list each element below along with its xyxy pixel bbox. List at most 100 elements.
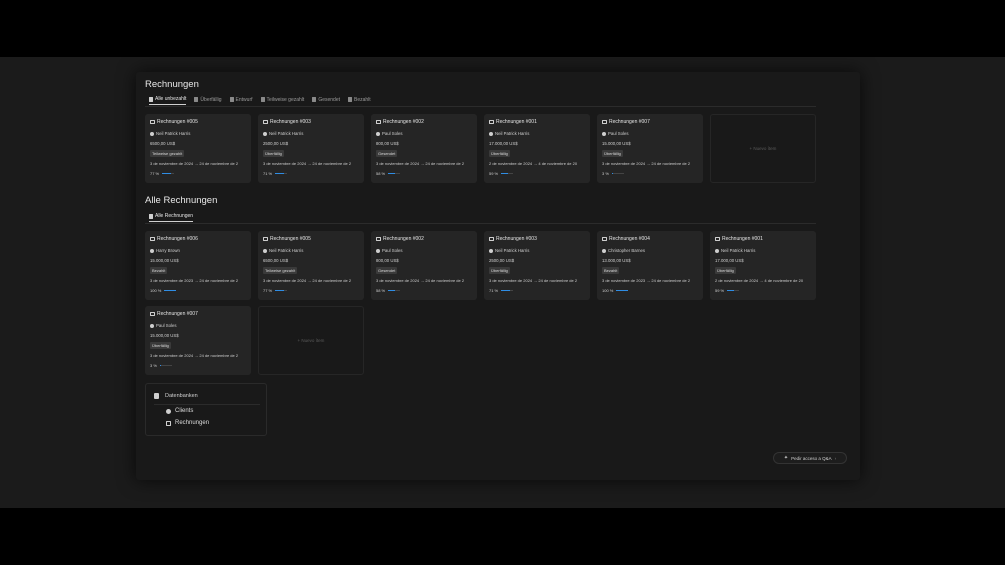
db-link-label: Rechnungen — [175, 420, 210, 426]
divider — [145, 223, 816, 224]
qa-access-button[interactable]: ✦ Pedir acceso a Q&A › — [773, 452, 847, 464]
progress-bar — [159, 365, 172, 366]
progress-label: 59 % — [715, 288, 725, 293]
progress-bar — [388, 173, 401, 174]
progress-bar-fill — [727, 290, 735, 291]
progress-bar — [727, 290, 740, 291]
status-badge: Bezahlt — [602, 267, 620, 274]
invoice-card[interactable]: Rechnungen #006 Harry Brown 15.000,00 US$ B… — [145, 231, 251, 300]
progress-label: 3 % — [602, 171, 609, 176]
client-name: Harry Brown — [156, 248, 180, 253]
card-progress: 58 % — [376, 288, 472, 293]
section-title-rechnungen: Rechnungen — [145, 79, 199, 90]
invoice-card[interactable]: Rechnungen #003 Neil Patrick Harris 2500,0… — [484, 231, 590, 300]
tab-gesendet[interactable]: Gesendet — [312, 96, 340, 105]
card-dates: 2 de noviembre de 2024 → 4 de noviembre … — [715, 278, 804, 283]
person-icon — [715, 248, 719, 253]
progress-label: 58 % — [376, 171, 386, 176]
card-title: Rechnungen #005 — [263, 236, 359, 242]
card-title: Rechnungen #001 — [489, 119, 585, 125]
db-link-rechnungen[interactable]: Rechnungen — [166, 420, 209, 426]
card-progress: 58 % — [376, 171, 472, 176]
status-badge: Überfällig — [263, 150, 284, 157]
new-item-button[interactable]: + Nuevo ítem — [258, 306, 364, 375]
tabs-rechnungen: Alle unbezahlt Überfällig Entwurf Teilweise… — [149, 96, 371, 105]
tab-entwurf[interactable]: Entwurf — [229, 96, 253, 105]
card-title: Rechnungen #004 — [602, 236, 698, 242]
client-name: Neil Patrick Harris — [495, 248, 530, 253]
card-title-text: Rechnungen #007 — [609, 119, 650, 125]
client-name: Neil Patrick Harris — [721, 248, 756, 253]
invoice-card[interactable]: Rechnungen #007 Paul Soles 15.000,00 US$ Üb… — [145, 306, 251, 375]
card-title: Rechnungen #001 — [715, 236, 811, 242]
table-icon — [194, 97, 199, 102]
progress-bar-fill — [162, 173, 172, 174]
invoice-card[interactable]: Rechnungen #001 Neil Patrick Harris 17.000… — [710, 231, 816, 300]
card-progress: 77 % — [150, 171, 246, 176]
progress-bar-fill — [164, 290, 177, 291]
status-badge: Überfällig — [489, 150, 510, 157]
person-icon — [489, 248, 493, 253]
progress-label: 100 % — [150, 288, 162, 293]
invoice-card[interactable]: Rechnungen #004 Christopher Barnes 13.000,… — [597, 231, 703, 300]
tab-alle-unbezahlt[interactable]: Alle unbezahlt — [149, 96, 187, 105]
tab-label: Bezahlt — [354, 96, 371, 103]
db-link-clients[interactable]: Clients — [166, 408, 193, 414]
client-name: Neil Patrick Harris — [156, 131, 191, 136]
invoice-card[interactable]: Rechnungen #005 Neil Patrick Harris 6500,0… — [258, 231, 364, 300]
invoice-card[interactable]: Rechnungen #005 Neil Patrick Harris 6500,0… — [145, 114, 251, 183]
card-title-text: Rechnungen #003 — [270, 119, 311, 125]
card-title-text: Rechnungen #002 — [383, 119, 424, 125]
invoice-card[interactable]: Rechnungen #002 Paul Soles 800,00 US$ Gesen… — [371, 114, 477, 183]
tab-überfällig[interactable]: Überfällig — [194, 96, 222, 105]
card-client: Neil Patrick Harris — [150, 131, 246, 136]
card-progress: 59 % — [489, 171, 585, 176]
invoice-icon — [376, 120, 381, 124]
progress-label: 71 % — [263, 171, 273, 176]
card-title-text: Rechnungen #005 — [270, 236, 311, 242]
tab-teilweise-gezahlt[interactable]: Teilweise gezahlt — [260, 96, 304, 105]
card-dates: 3 de noviembre de 2024 → 24 de noviembre… — [376, 278, 465, 283]
card-title-text: Rechnungen #007 — [157, 311, 198, 317]
card-title: Rechnungen #005 — [150, 119, 246, 125]
invoice-icon — [602, 237, 607, 241]
sparkle-icon: ✦ — [783, 455, 789, 461]
card-client: Neil Patrick Harris — [489, 248, 585, 253]
status-badge: Überfällig — [150, 342, 171, 349]
invoice-card[interactable]: Rechnungen #003 Neil Patrick Harris 2500,0… — [258, 114, 364, 183]
client-name: Neil Patrick Harris — [269, 131, 304, 136]
database-icon — [154, 393, 159, 399]
progress-label: 77 % — [150, 171, 160, 176]
person-icon — [376, 248, 380, 253]
person-icon — [166, 408, 171, 414]
invoice-card[interactable]: Rechnungen #007 Paul Soles 15.000,00 US$ Üb… — [597, 114, 703, 183]
tab-label: Alle unbezahlt — [155, 96, 187, 102]
progress-bar — [501, 290, 514, 291]
tab-bezahlt[interactable]: Bezahlt — [348, 96, 371, 105]
client-name: Paul Soles — [382, 248, 403, 253]
card-client: Paul Soles — [376, 131, 472, 136]
card-dates: 3 de noviembre de 2024 → 24 de noviembre… — [489, 278, 578, 283]
card-client: Christopher Barnes — [602, 248, 698, 253]
divider — [145, 106, 816, 107]
invoice-card[interactable]: Rechnungen #002 Paul Soles 800,00 US$ Gesen… — [371, 231, 477, 300]
card-progress: 3 % — [602, 171, 698, 176]
card-title-text: Rechnungen #002 — [383, 236, 424, 242]
status-badge: Überfällig — [715, 267, 736, 274]
db-link-label: Clients — [175, 408, 194, 414]
card-title: Rechnungen #007 — [150, 311, 246, 317]
progress-bar — [275, 290, 288, 291]
invoice-icon — [489, 237, 494, 241]
tab-alle-rechnungen[interactable]: Alle Rechnungen — [149, 213, 194, 222]
card-progress: 59 % — [715, 288, 811, 293]
invoice-card[interactable]: Rechnungen #001 Neil Patrick Harris 17.000… — [484, 114, 590, 183]
progress-label: 58 % — [376, 288, 386, 293]
tab-label: Alle Rechnungen — [155, 213, 194, 219]
card-progress: 3 % — [150, 363, 246, 368]
status-badge: Teilweise gezahlt — [263, 267, 298, 274]
new-item-button[interactable]: + Nuevo ítem — [710, 114, 816, 183]
tab-label: Überfällig — [200, 96, 222, 103]
person-icon — [150, 131, 154, 136]
card-client: Neil Patrick Harris — [489, 131, 585, 136]
client-name: Paul Soles — [382, 131, 403, 136]
